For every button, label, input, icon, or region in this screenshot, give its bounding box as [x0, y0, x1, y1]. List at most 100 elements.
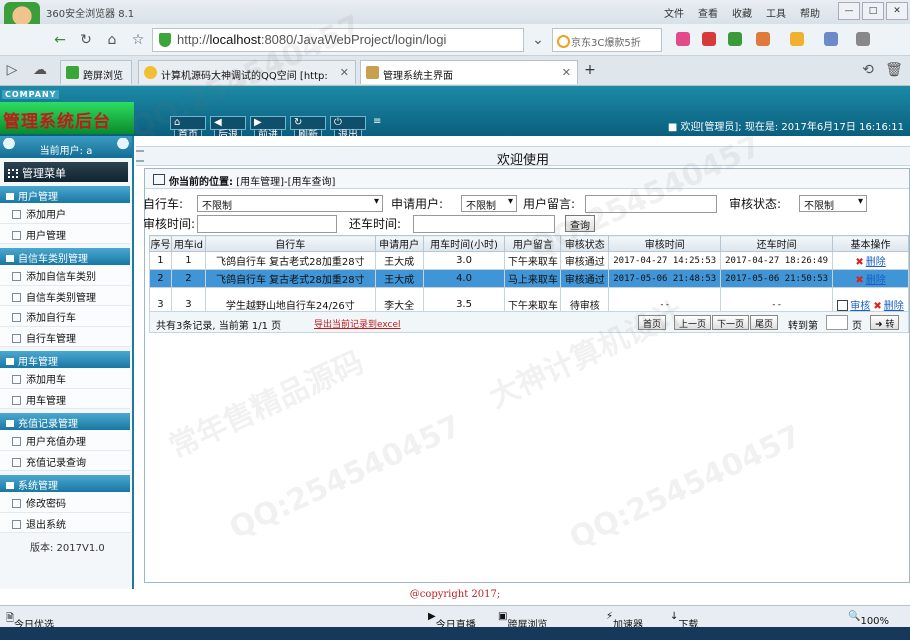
extension-icon[interactable]: [790, 32, 804, 46]
tab-bar: ▷ ☁ 跨屏浏览 计算机源码大神调试的QQ空间 [http: ✕ 管理系统主界面…: [0, 56, 910, 86]
maximize-button[interactable]: □: [862, 2, 884, 20]
tab-qq-space[interactable]: 计算机源码大神调试的QQ空间 [http: ✕: [138, 60, 356, 84]
extension-icon[interactable]: [676, 32, 690, 46]
col-actions[interactable]: 基本操作: [832, 235, 909, 252]
sidebar-group-title[interactable]: 充值记录管理: [0, 413, 130, 430]
menu-tools[interactable]: 工具: [766, 5, 786, 20]
nav-home-button[interactable]: ⌂ 首页: [170, 116, 206, 143]
search-input[interactable]: 京东3C爆款5折: [552, 28, 662, 52]
col-status[interactable]: 审核状态: [560, 235, 610, 252]
browser-statusbar: 🗎 今日优选 ▶ 今日直播 ▣ 跨屏浏览 ⚡ 加速器 ↓ 下载 🔍 100%: [0, 605, 910, 631]
accelerator-button[interactable]: ⚡ 加速器: [606, 611, 643, 631]
go-button[interactable]: ➜ 转: [870, 315, 900, 330]
download-button[interactable]: ↓ 下载: [670, 611, 698, 631]
sidebar-item-recharge-query[interactable]: 充值记录查询: [0, 450, 130, 471]
sidebar-group-title[interactable]: 自信车类别管理: [0, 248, 130, 265]
close-icon[interactable]: ✕: [562, 66, 571, 79]
star-icon[interactable]: ☆: [128, 30, 148, 50]
user-select[interactable]: 不限制: [461, 195, 517, 212]
sidebar-toggle-icon[interactable]: ▷: [2, 60, 22, 80]
nav-back-button[interactable]: ◀ 后退: [210, 116, 246, 143]
pagination-bar: 共有3条记录, 当前第 1/1 页 导出当前记录到excel 首页 上一页 下一…: [149, 311, 909, 333]
minimize-button[interactable]: —: [838, 2, 860, 20]
bike-select[interactable]: 不限制: [197, 195, 383, 212]
col-message[interactable]: 用户留言: [504, 235, 562, 252]
extension-icon[interactable]: [728, 32, 742, 46]
next-page-button[interactable]: 下一页: [712, 315, 750, 330]
url-text: http://localhost:8080/JavaWebProject/log…: [177, 32, 447, 47]
query-button[interactable]: 查询: [565, 215, 595, 232]
home-icon[interactable]: ⌂: [102, 30, 122, 50]
cell-status: 审核通过: [560, 269, 610, 288]
delete-link[interactable]: 删除: [866, 275, 886, 286]
col-no[interactable]: 序号: [149, 235, 172, 252]
cloud-icon[interactable]: ☁: [30, 60, 50, 80]
restore-icon[interactable]: ⟲: [858, 60, 878, 80]
return-time-input[interactable]: [413, 215, 555, 233]
os-taskbar: [0, 627, 910, 640]
menu-view[interactable]: 查看: [698, 5, 718, 20]
first-page-button[interactable]: 首页: [638, 315, 667, 330]
edit-icon: [837, 300, 849, 311]
chevron-down-icon[interactable]: ⌄: [528, 30, 548, 50]
tab-admin-main[interactable]: 管理系统主界面 ✕: [360, 60, 578, 84]
sidebar-item-add-rental[interactable]: 添加用车: [0, 368, 130, 389]
nav-logout-button[interactable]: ⏻ 退出: [330, 116, 366, 143]
refresh-icon[interactable]: ↻: [76, 30, 96, 50]
last-page-button[interactable]: 尾页: [750, 315, 779, 330]
sidebar-item-rental-manage[interactable]: 用车管理: [0, 388, 130, 409]
cross-screen-button[interactable]: ▣ 跨屏浏览: [498, 611, 547, 631]
sidebar-group-title[interactable]: 用户管理: [0, 186, 130, 203]
col-audit-time[interactable]: 审核时间: [608, 235, 722, 252]
browser-title: 360安全浏览器 8.1: [46, 9, 135, 20]
close-icon[interactable]: ✕: [340, 66, 349, 79]
trash-icon[interactable]: 🗑: [884, 60, 904, 80]
menu-file[interactable]: 文件: [664, 5, 684, 20]
menu-favorites[interactable]: 收藏: [732, 5, 752, 20]
sidebar-item-recharge[interactable]: 用户充值办理: [0, 430, 130, 451]
sidebar-item-logout[interactable]: 退出系统: [0, 512, 130, 533]
table-row[interactable]: 2 2 飞鸽自行车 复古老式28加重28寸 王大成 4.0 马上来取车 审核通过…: [149, 269, 909, 288]
page-number-input[interactable]: [826, 315, 848, 330]
audit-time-input[interactable]: [197, 215, 337, 233]
sidebar-group-title[interactable]: 用车管理: [0, 351, 130, 368]
sidebar-item-add-user[interactable]: 添加用户: [0, 203, 130, 224]
extension-icon[interactable]: [756, 32, 770, 46]
col-user[interactable]: 申请用户: [374, 235, 424, 252]
prev-page-button[interactable]: 上一页: [674, 315, 712, 330]
extension-icon[interactable]: [702, 32, 716, 46]
menu-help[interactable]: 帮助: [800, 5, 820, 20]
col-hours[interactable]: 用车时间(小时): [422, 235, 506, 252]
back-icon[interactable]: ←: [50, 30, 70, 50]
table-row[interactable]: 1 1 飞鸽自行车 复古老式28加重28寸 王大成 3.0 下午来取车 审核通过…: [149, 251, 909, 270]
audit-time-label: 审核时间:: [143, 217, 196, 231]
col-bike[interactable]: 自行车: [204, 235, 376, 252]
nav-refresh-button[interactable]: ↻ 刷新: [290, 116, 326, 143]
sidebar-group-recharge: 充值记录管理 用户充值办理 充值记录查询: [0, 413, 130, 471]
zoom-level[interactable]: 🔍 100%: [848, 611, 889, 627]
col-return-time[interactable]: 还车时间: [720, 235, 834, 252]
nav-forward-button[interactable]: ▶ 前进: [250, 116, 286, 143]
col-id[interactable]: 用车id: [170, 235, 206, 252]
cell-message: 马上来取车: [504, 269, 562, 288]
sidebar-item-add-bike[interactable]: 添加自行车: [0, 306, 130, 327]
sidebar-item-user-manage[interactable]: 用户管理: [0, 223, 130, 244]
tab-cross-screen[interactable]: 跨屏浏览: [60, 60, 132, 84]
sidebar-item-add-bike-type[interactable]: 添加自信车类别: [0, 265, 130, 286]
version-text: 版本: 2017V1.0: [30, 543, 105, 554]
sidebar-item-bike-type-manage[interactable]: 自信车类别管理: [0, 285, 130, 306]
sidebar-item-bike-manage[interactable]: 自行车管理: [0, 326, 130, 347]
sidebar-group-title[interactable]: 系统管理: [0, 475, 130, 492]
status-select[interactable]: 不限制: [799, 195, 867, 212]
new-tab-icon[interactable]: +: [580, 60, 600, 80]
live-button[interactable]: ▶ 今日直播: [428, 611, 476, 631]
close-button[interactable]: ✕: [886, 2, 908, 20]
export-excel-link[interactable]: 导出当前记录到excel: [314, 317, 401, 330]
daily-picks[interactable]: 🗎 今日优选: [6, 611, 54, 631]
extension-icon[interactable]: [824, 32, 838, 46]
delete-link[interactable]: 删除: [866, 257, 886, 268]
sidebar-item-change-password[interactable]: 修改密码: [0, 492, 130, 513]
message-input[interactable]: [585, 195, 717, 213]
url-input[interactable]: http://localhost:8080/JavaWebProject/log…: [152, 28, 524, 52]
menu-icon[interactable]: [856, 32, 870, 46]
